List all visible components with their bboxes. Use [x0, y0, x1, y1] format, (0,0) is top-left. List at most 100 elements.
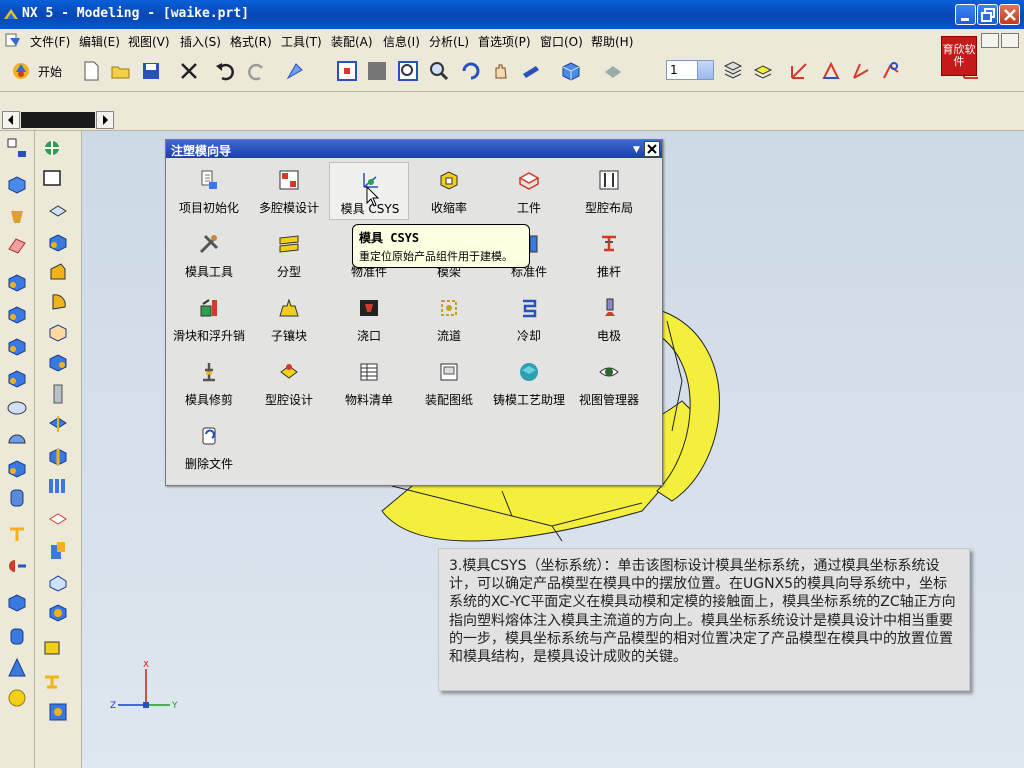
visible-layers-icon[interactable] [752, 60, 774, 82]
selection-icon[interactable] [284, 60, 306, 82]
tool-runner[interactable]: 流道 [409, 290, 489, 348]
menu-preferences[interactable]: 首选项(P) [478, 33, 531, 50]
fit-view-icon[interactable] [336, 60, 358, 82]
redo-icon[interactable] [246, 60, 268, 82]
pattern-icon[interactable] [47, 475, 69, 497]
tool-cavity-design[interactable]: 型腔设计 [249, 354, 329, 412]
unite-icon[interactable] [47, 539, 69, 561]
menu-view[interactable]: 视图(V) [128, 33, 170, 50]
pan-icon[interactable] [490, 60, 512, 82]
tool-view-manager[interactable]: 视图管理器 [569, 354, 649, 412]
menu-assemblies[interactable]: 装配(A) [331, 33, 373, 50]
close-button[interactable] [999, 4, 1020, 25]
tool-casting-assistant[interactable]: 铸模工艺助理 [489, 354, 569, 412]
document-menu-icon[interactable] [4, 32, 22, 48]
tab-scroll-thumb[interactable] [21, 112, 95, 128]
sketch-icon[interactable] [6, 137, 28, 159]
pad-icon[interactable] [6, 487, 28, 509]
tool-sub-insert[interactable]: 子镶块 [249, 290, 329, 348]
menu-insert[interactable]: 插入(S) [180, 33, 221, 50]
new-file-icon[interactable] [80, 60, 102, 82]
tool-multi-cavity[interactable]: 多腔模设计 [249, 162, 329, 220]
wcs-origin-icon[interactable] [820, 60, 842, 82]
rotate-icon[interactable] [460, 60, 482, 82]
menu-information[interactable]: 信息(I) [383, 33, 420, 50]
split-body-icon[interactable] [47, 445, 69, 467]
tool-ejector-pin[interactable]: 推杆 [569, 226, 649, 284]
tool-project-init[interactable]: 项目初始化 [169, 162, 249, 220]
intersect-icon[interactable] [47, 601, 69, 623]
thread-icon[interactable] [47, 383, 69, 405]
dialog-close-button[interactable] [644, 141, 660, 157]
chamfer-icon[interactable] [47, 261, 69, 283]
mdi-close-button[interactable] [1001, 33, 1019, 48]
hole-icon[interactable] [6, 397, 28, 419]
tab-prev-button[interactable] [2, 111, 20, 129]
restore-button[interactable] [977, 4, 998, 25]
cylinder-primitive-icon[interactable] [6, 625, 28, 647]
mdi-restore-button[interactable] [981, 33, 999, 48]
rendering-style-icon[interactable] [560, 60, 582, 82]
trim-body-icon[interactable] [47, 413, 69, 435]
menu-help[interactable]: 帮助(H) [591, 33, 633, 50]
layer-settings-icon[interactable] [722, 60, 744, 82]
zoom-window-icon[interactable] [366, 60, 388, 82]
tool-shrinkage[interactable]: 收缩率 [409, 162, 489, 220]
tool-parting[interactable]: 分型 [249, 226, 329, 284]
save-icon[interactable] [140, 60, 162, 82]
mirror-icon[interactable] [47, 509, 69, 531]
cylinder-icon[interactable] [6, 303, 28, 325]
work-layer-select[interactable]: 1 [666, 60, 714, 80]
orient-view-icon[interactable] [602, 60, 624, 82]
dialog-title-bar[interactable]: 注塑模向导 ▼ [166, 140, 662, 158]
menu-format[interactable]: 格式(R) [230, 33, 272, 50]
nx-app-icon[interactable] [3, 6, 19, 22]
sew-icon[interactable] [47, 701, 69, 723]
wcs-orient-icon[interactable] [880, 60, 902, 82]
wave-link-icon[interactable] [41, 637, 63, 659]
open-folder-icon[interactable] [110, 60, 132, 82]
revolve-icon[interactable] [6, 205, 28, 227]
sphere-primitive-icon[interactable] [6, 687, 28, 709]
tab-next-button[interactable] [96, 111, 114, 129]
chevron-down-icon[interactable] [697, 61, 713, 79]
wcs-dynamics-icon[interactable] [788, 60, 810, 82]
sweep-icon[interactable] [6, 235, 28, 257]
tool-slider-lifter[interactable]: 滑块和浮升销 [169, 290, 249, 348]
tool-assembly-drawing[interactable]: 装配图纸 [409, 354, 489, 412]
tool-mold-tools[interactable]: 模具工具 [169, 226, 249, 284]
box-primitive-icon[interactable] [6, 591, 28, 613]
sphere-icon[interactable] [6, 367, 28, 389]
undo-icon[interactable] [214, 60, 236, 82]
slot-icon[interactable] [6, 523, 28, 545]
shell-icon[interactable] [47, 201, 69, 223]
cone-primitive-icon[interactable] [6, 657, 28, 679]
wcs-rotate-icon[interactable] [850, 60, 872, 82]
title-bar[interactable]: NX 5 - Modeling - [waike.prt] [0, 0, 1024, 29]
extrude-icon[interactable] [6, 173, 28, 195]
pocket-icon[interactable] [6, 457, 28, 479]
perspective-icon[interactable] [520, 60, 542, 82]
dialog-menu-icon[interactable]: ▼ [633, 145, 640, 155]
tool-electrode[interactable]: 电极 [569, 290, 649, 348]
tool-gate[interactable]: 浇口 [329, 290, 409, 348]
menu-tools[interactable]: 工具(T) [281, 33, 322, 50]
menu-window[interactable]: 窗口(O) [540, 33, 583, 50]
edge-blend-icon[interactable] [47, 231, 69, 253]
extract-icon[interactable] [41, 669, 63, 691]
tool-cavity-layout[interactable]: 型腔布局 [569, 162, 649, 220]
boss-icon[interactable] [6, 427, 28, 449]
menu-edit[interactable]: 编辑(E) [79, 33, 120, 50]
offset-face-icon[interactable] [47, 321, 69, 343]
subtract-icon[interactable] [47, 571, 69, 593]
block-icon[interactable] [6, 271, 28, 293]
cone-icon[interactable] [6, 335, 28, 357]
start-label[interactable]: 开始 [38, 63, 62, 80]
tool-mold-trim[interactable]: 模具修剪 [169, 354, 249, 412]
zoom-in-out-icon[interactable] [428, 60, 450, 82]
menu-file[interactable]: 文件(F) [30, 33, 70, 50]
scale-body-icon[interactable] [47, 351, 69, 373]
tool-delete-file[interactable]: 删除文件 [169, 418, 249, 476]
tool-bom[interactable]: 物料清单 [329, 354, 409, 412]
groove-icon[interactable] [6, 555, 28, 577]
